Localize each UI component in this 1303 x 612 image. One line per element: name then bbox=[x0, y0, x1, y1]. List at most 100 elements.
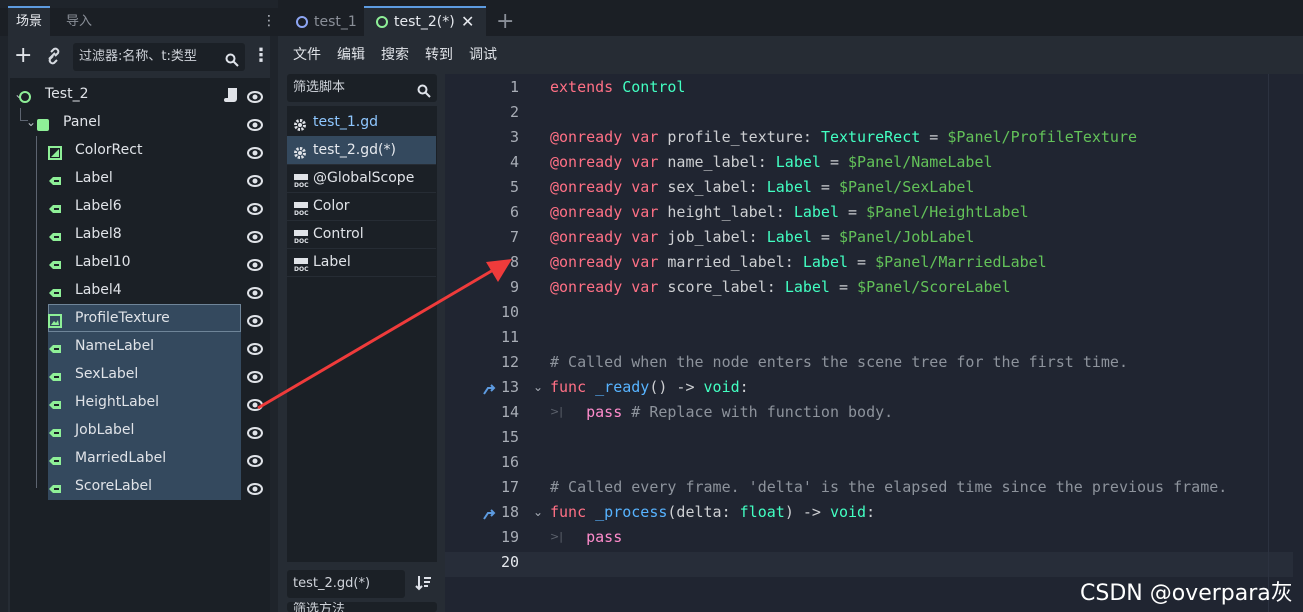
visibility-eye-icon[interactable] bbox=[247, 199, 263, 215]
scene-tree-item[interactable]: SexLabel bbox=[10, 360, 270, 388]
script-list-item-label: Control bbox=[313, 226, 364, 242]
scene-tree-item[interactable]: Label4 bbox=[10, 276, 270, 304]
code-token: @onready bbox=[550, 278, 623, 296]
visibility-eye-icon[interactable] bbox=[247, 143, 263, 159]
scene-tree-item-label: Label8 bbox=[75, 226, 122, 242]
visibility-eye-icon[interactable] bbox=[247, 87, 263, 103]
tab-scene[interactable]: 场景 bbox=[8, 6, 51, 36]
code-token: # Replace with function body. bbox=[622, 403, 894, 421]
menu-search[interactable]: 搜索 bbox=[381, 36, 409, 74]
visibility-eye-icon[interactable] bbox=[247, 479, 263, 495]
doc-icon: DOC bbox=[293, 199, 309, 217]
link-icon[interactable] bbox=[44, 45, 66, 67]
scene-tree-item[interactable]: NameLabel bbox=[10, 332, 270, 360]
scene-tree-item[interactable]: JobLabel bbox=[10, 416, 270, 444]
code-token: profile_texture: bbox=[658, 128, 821, 146]
annotation-arrow bbox=[257, 259, 512, 410]
code-token: name_label: bbox=[658, 153, 776, 171]
current-script-field[interactable]: test_2.gd(*) bbox=[287, 570, 405, 598]
tab-test-2[interactable]: test_2(*) ✕ bbox=[364, 6, 486, 36]
code-token: Label bbox=[775, 153, 821, 171]
add-node-icon[interactable]: + bbox=[14, 45, 34, 67]
scene-tree-item[interactable]: Label6 bbox=[10, 192, 270, 220]
gear-icon bbox=[293, 115, 307, 131]
script-list-item[interactable]: DOC Control bbox=[287, 220, 436, 249]
line-number: 19 bbox=[500, 528, 519, 546]
chevron-down-icon[interactable]: ⌄ bbox=[26, 108, 36, 136]
dock-menu-icon[interactable]: ⋮ bbox=[262, 14, 276, 28]
visibility-eye-icon[interactable] bbox=[247, 227, 263, 243]
script-list-item-label: @GlobalScope bbox=[313, 170, 415, 186]
menu-goto[interactable]: 转到 bbox=[425, 36, 453, 74]
code-token: @onready bbox=[550, 128, 623, 146]
scene-tree-item[interactable]: ⌄ Panel bbox=[10, 108, 270, 136]
signal-connection-icon[interactable] bbox=[482, 507, 496, 525]
menu-edit[interactable]: 编辑 bbox=[337, 36, 365, 74]
script-list-item-label: Color bbox=[313, 198, 350, 214]
scene-tree-item[interactable]: Label bbox=[10, 164, 270, 192]
script-list-item[interactable]: DOC @GlobalScope bbox=[287, 164, 436, 193]
code-token: # Called when the node enters the scene … bbox=[550, 353, 1128, 371]
scene-tree-item[interactable]: ProfileTexture bbox=[10, 304, 270, 332]
code-token: Label bbox=[766, 228, 812, 246]
line-number: 5 bbox=[509, 178, 519, 196]
fold-chevron-icon[interactable]: ⌄ bbox=[533, 505, 543, 519]
scene-tree-item-label: Label bbox=[75, 170, 113, 186]
menu-file[interactable]: 文件 bbox=[293, 36, 321, 74]
code-token: extends bbox=[550, 78, 614, 96]
visibility-eye-icon[interactable] bbox=[247, 423, 263, 439]
line-number: 4 bbox=[509, 153, 519, 171]
code-line: func _process(delta: float) -> void: bbox=[550, 503, 875, 521]
line-number: 6 bbox=[509, 203, 519, 221]
label-icon bbox=[48, 423, 62, 437]
code-token: $Panel/SexLabel bbox=[839, 178, 975, 196]
scene-tree-item[interactable]: Label10 bbox=[10, 248, 270, 276]
visibility-eye-icon[interactable] bbox=[247, 115, 263, 131]
code-token: (delta: bbox=[667, 503, 740, 521]
scene-menu-icon[interactable]: ⋮ bbox=[252, 46, 270, 66]
label-icon bbox=[48, 227, 62, 241]
scene-tree-item-label: ProfileTexture bbox=[75, 310, 170, 326]
scene-tree-item-label: ColorRect bbox=[75, 142, 143, 158]
scene-tree-item[interactable]: ScoreLabel bbox=[10, 472, 270, 500]
scene-tree-item[interactable]: ColorRect bbox=[10, 136, 270, 164]
scene-tree-item[interactable]: Label8 bbox=[10, 220, 270, 248]
circle-icon bbox=[376, 16, 388, 28]
visibility-eye-icon[interactable] bbox=[247, 451, 263, 467]
script-list-item[interactable]: DOC Color bbox=[287, 192, 436, 221]
tab-test-1[interactable]: test_1 bbox=[286, 8, 364, 36]
search-icon bbox=[417, 81, 431, 109]
code-token: var bbox=[631, 128, 659, 146]
script-list-item[interactable]: test_2.gd(*) bbox=[287, 136, 436, 165]
close-icon[interactable]: ✕ bbox=[461, 8, 474, 36]
texturerect-icon bbox=[48, 311, 62, 328]
sort-icon[interactable] bbox=[415, 574, 433, 592]
tab-import[interactable]: 导入 bbox=[58, 8, 100, 36]
script-filter-input[interactable]: 筛选脚本 bbox=[287, 74, 437, 102]
code-token: $Panel/HeightLabel bbox=[866, 203, 1029, 221]
scene-tree-item[interactable]: MarriedLabel bbox=[10, 444, 270, 472]
scene-tree-item[interactable]: HeightLabel bbox=[10, 388, 270, 416]
line-number: 17 bbox=[500, 478, 519, 496]
code-token: float bbox=[739, 503, 785, 521]
scene-tree-item-label: Test_2 bbox=[45, 86, 89, 102]
code-token: = bbox=[820, 153, 849, 171]
code-token: var bbox=[631, 203, 659, 221]
methods-filter-input[interactable]: 筛选方法 bbox=[287, 602, 437, 612]
fold-chevron-icon[interactable]: ⌄ bbox=[533, 380, 543, 394]
menu-debug[interactable]: 调试 bbox=[469, 36, 497, 74]
scene-filter-input[interactable]: 过滤器:名称、t:类型 bbox=[73, 43, 245, 71]
line-number: 3 bbox=[509, 128, 519, 146]
code-token: () -> bbox=[649, 378, 704, 396]
script-list-item[interactable]: test_1.gd bbox=[287, 108, 436, 137]
visibility-eye-icon[interactable] bbox=[247, 171, 263, 187]
svg-text:DOC: DOC bbox=[294, 238, 309, 244]
line-number: 7 bbox=[509, 228, 519, 246]
svg-text:DOC: DOC bbox=[294, 182, 309, 188]
add-tab-icon[interactable]: + bbox=[496, 8, 514, 36]
scene-tree-item[interactable]: ⌄ Test_2 bbox=[10, 80, 270, 108]
